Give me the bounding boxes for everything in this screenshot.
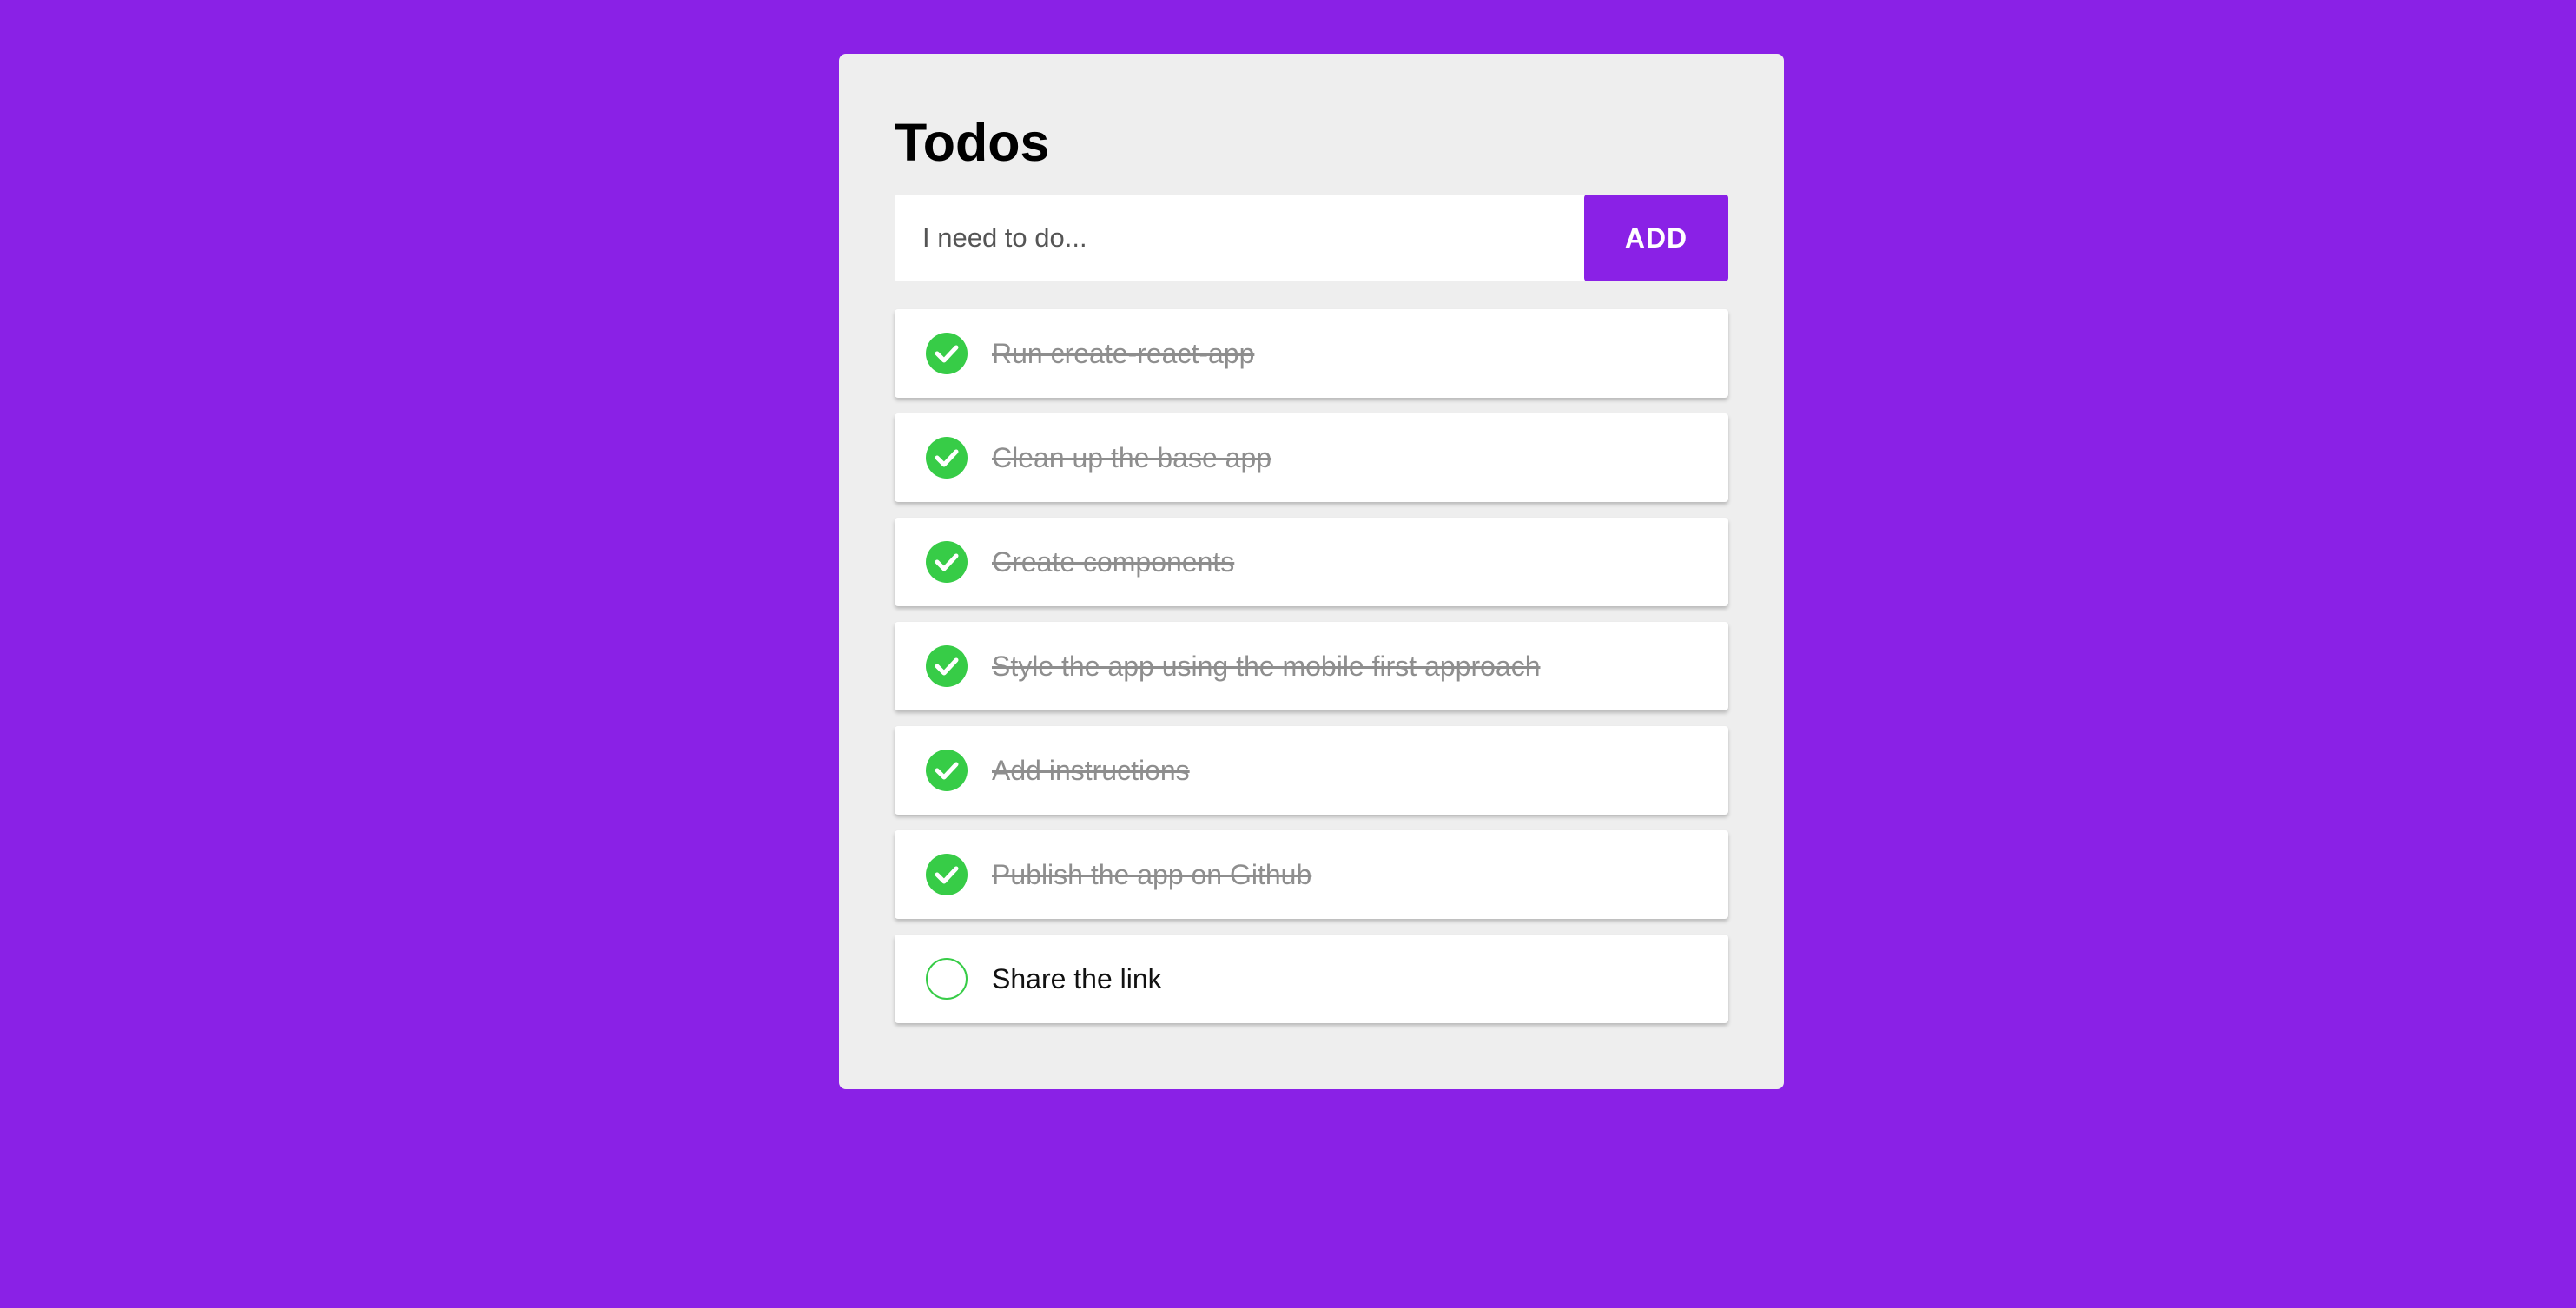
check-circle-icon[interactable]	[926, 854, 968, 895]
todo-text: Run create-react-app	[992, 337, 1255, 369]
todo-text: Create components	[992, 545, 1235, 578]
todo-card: Todos ADD Run create-react-app Clean up …	[839, 54, 1784, 1089]
check-circle-icon[interactable]	[926, 333, 968, 374]
todo-item[interactable]: Run create-react-app	[895, 309, 1728, 398]
todo-item[interactable]: Clean up the base app	[895, 413, 1728, 502]
page-title: Todos	[895, 113, 1050, 172]
todo-text: Share the link	[992, 962, 1162, 994]
add-button[interactable]: ADD	[1584, 195, 1728, 281]
todo-text: Style the app using the mobile first app…	[992, 650, 1541, 682]
todo-item[interactable]: Add instructions	[895, 726, 1728, 815]
todo-text: Publish the app on Github	[992, 858, 1312, 890]
todo-text: Add instructions	[992, 754, 1190, 786]
check-circle-icon[interactable]	[926, 750, 968, 791]
check-circle-icon[interactable]	[926, 437, 968, 479]
todo-text: Clean up the base app	[992, 441, 1272, 473]
add-todo-form: ADD	[895, 195, 1728, 281]
check-circle-icon[interactable]	[926, 645, 968, 687]
todo-input[interactable]	[895, 195, 1584, 281]
todo-item[interactable]: Share the link	[895, 935, 1728, 1023]
todo-item[interactable]: Create components	[895, 518, 1728, 606]
check-circle-icon[interactable]	[926, 541, 968, 583]
todo-list: Run create-react-app Clean up the base a…	[895, 309, 1728, 1023]
empty-circle-icon[interactable]	[926, 958, 968, 1000]
todo-item[interactable]: Style the app using the mobile first app…	[895, 622, 1728, 710]
todo-item[interactable]: Publish the app on Github	[895, 830, 1728, 919]
